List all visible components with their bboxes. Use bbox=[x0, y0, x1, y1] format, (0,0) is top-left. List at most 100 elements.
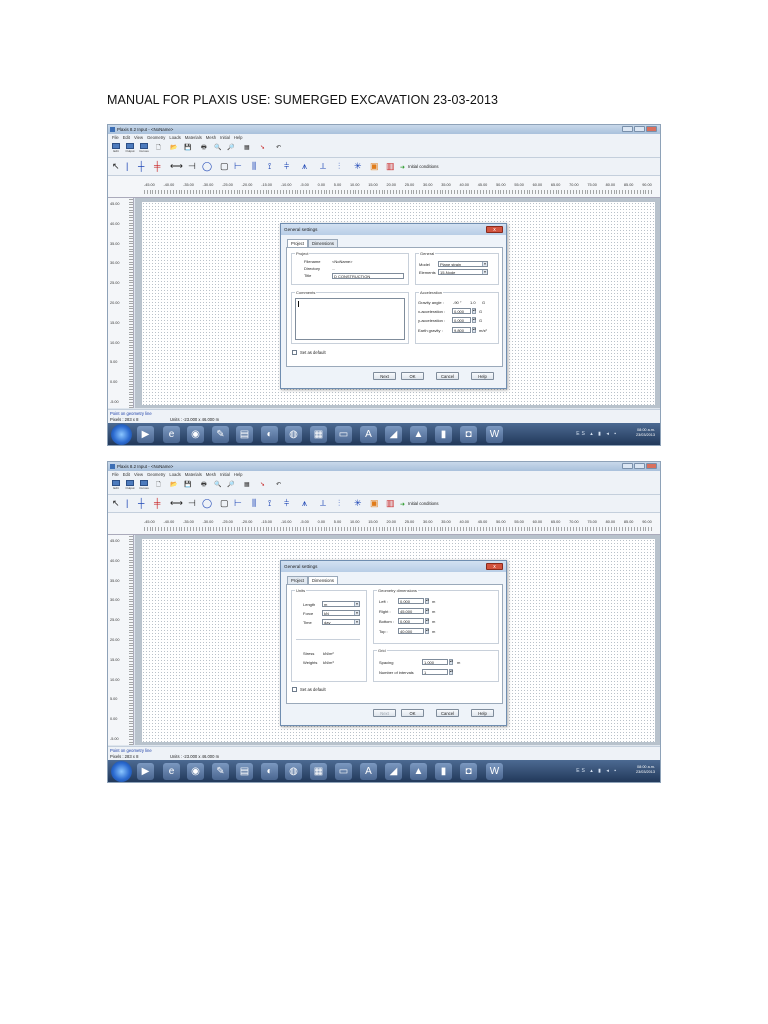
undo-icon[interactable]: ↶ bbox=[276, 482, 281, 489]
spin-icon[interactable]: ▴▾ bbox=[472, 317, 476, 323]
windows-start-icon[interactable] bbox=[111, 424, 132, 445]
help-button[interactable]: Help bbox=[471, 372, 494, 380]
menu-view[interactable]: View bbox=[134, 135, 143, 140]
dialog-close-button[interactable]: x bbox=[486, 563, 503, 570]
set-as-default-checkbox[interactable] bbox=[292, 687, 297, 692]
autocad-icon[interactable]: ◢ bbox=[385, 426, 402, 443]
top-input[interactable]: 40.000 bbox=[398, 628, 424, 634]
prescribed-displacement-icon[interactable]: ⟂ bbox=[320, 498, 326, 508]
plate-icon[interactable]: ┼ bbox=[138, 498, 144, 508]
generate-mesh-icon[interactable]: ▥ bbox=[386, 161, 395, 171]
menu-geometry[interactable]: Geometry bbox=[147, 135, 165, 140]
minimize-button[interactable] bbox=[622, 126, 633, 132]
geometry-line-icon[interactable]: | bbox=[126, 161, 128, 171]
ok-button[interactable]: OK bbox=[401, 709, 424, 717]
close-window-button[interactable] bbox=[646, 126, 657, 132]
hinge-icon[interactable]: ╪ bbox=[154, 161, 160, 171]
force-select[interactable]: kN ▼ bbox=[322, 610, 360, 616]
curves-program-button[interactable]: Curves bbox=[139, 143, 149, 155]
tab-project[interactable]: Project bbox=[287, 576, 309, 584]
vlc-icon[interactable]: ▲ bbox=[410, 763, 427, 780]
internet-explorer-icon[interactable]: e bbox=[163, 426, 180, 443]
minimize-button[interactable] bbox=[622, 463, 633, 469]
tray-language[interactable]: ES bbox=[576, 431, 587, 437]
system-clock[interactable]: 08:00 a.m. 23/03/2013 bbox=[636, 428, 655, 438]
material-sets-icon[interactable]: ▣ bbox=[370, 161, 379, 171]
table-icon[interactable]: ▦ bbox=[244, 482, 250, 489]
initial-conditions-icon[interactable]: ➜ bbox=[400, 163, 405, 173]
edit-program-button[interactable]: Edit bbox=[111, 480, 121, 492]
autocad-icon[interactable]: ◢ bbox=[385, 763, 402, 780]
selection-tool-icon[interactable]: ↖ bbox=[112, 498, 120, 508]
geogrid-icon[interactable]: ⟷ bbox=[170, 498, 183, 508]
generate-mesh-icon[interactable]: ▥ bbox=[386, 498, 395, 508]
right-input[interactable]: 45.000 bbox=[398, 608, 424, 614]
vlc-icon[interactable]: ▲ bbox=[410, 426, 427, 443]
undo-icon[interactable]: ↶ bbox=[276, 145, 281, 152]
standard-fixities-icon[interactable]: ⫼ bbox=[252, 498, 256, 508]
save-icon[interactable]: 💾 bbox=[184, 145, 191, 152]
paint-icon[interactable]: ✎ bbox=[212, 426, 229, 443]
menu-loads[interactable]: Loads bbox=[169, 135, 180, 140]
interface-icon[interactable]: ▢ bbox=[220, 498, 229, 508]
media-center-icon[interactable]: ◐ bbox=[261, 763, 278, 780]
initial-conditions-button[interactable]: Initial conditions bbox=[408, 501, 439, 506]
media-player-icon[interactable]: ▶ bbox=[137, 763, 154, 780]
distributed-load-icon[interactable]: ⫶ bbox=[338, 161, 340, 171]
spin-icon[interactable]: ▴▾ bbox=[425, 608, 429, 614]
elements-select[interactable]: 15-Node ▼ bbox=[438, 269, 488, 275]
rotation-fixity-icon[interactable]: ⩚ bbox=[302, 498, 307, 508]
anchor-icon[interactable]: ⊣ bbox=[188, 161, 196, 171]
menu-initial[interactable]: Initial bbox=[220, 135, 230, 140]
table-icon[interactable]: ▦ bbox=[244, 145, 250, 152]
anchor-icon[interactable]: ⊣ bbox=[188, 498, 196, 508]
folder-icon[interactable]: ▭ bbox=[335, 763, 352, 780]
menu-mesh[interactable]: Mesh bbox=[206, 472, 216, 477]
spin-icon[interactable]: ▴▾ bbox=[425, 618, 429, 624]
menu-mesh[interactable]: Mesh bbox=[206, 135, 216, 140]
plaxis-taskbar-icon[interactable]: ▮ bbox=[435, 426, 452, 443]
title-input[interactable]: D CONSTRUCTION bbox=[332, 273, 404, 279]
camera-icon[interactable]: ◘ bbox=[460, 763, 477, 780]
menu-file[interactable]: File bbox=[112, 135, 119, 140]
zoom-in-icon[interactable]: 🔍 bbox=[214, 482, 221, 489]
image-viewer-icon[interactable]: ▤ bbox=[236, 763, 253, 780]
edit-program-button[interactable]: Edit bbox=[111, 143, 121, 155]
curves-program-button[interactable]: Curves bbox=[139, 480, 149, 492]
x-acceleration-input[interactable]: 0.000 bbox=[452, 308, 471, 314]
spacing-input[interactable]: 1.000 bbox=[422, 659, 448, 665]
new-file-icon[interactable]: 🗋 bbox=[156, 145, 161, 152]
zoom-out-icon[interactable]: 🔎 bbox=[227, 145, 234, 152]
spin-icon[interactable]: ▴▾ bbox=[425, 628, 429, 634]
hinge-icon[interactable]: ╪ bbox=[154, 498, 160, 508]
zoom-in-icon[interactable]: 🔍 bbox=[214, 145, 221, 152]
menu-help[interactable]: Help bbox=[234, 472, 243, 477]
set-as-default-checkbox[interactable] bbox=[292, 350, 297, 355]
plate-icon[interactable]: ┼ bbox=[138, 161, 144, 171]
image-viewer-icon[interactable]: ▤ bbox=[236, 426, 253, 443]
material-sets-icon[interactable]: ▣ bbox=[370, 498, 379, 508]
point-load-icon[interactable]: ✳ bbox=[354, 498, 362, 508]
next-button[interactable]: Next bbox=[373, 372, 396, 380]
vertical-fixity-icon[interactable]: ⟟ bbox=[268, 498, 271, 508]
vertical-fixity-icon[interactable]: ⟟ bbox=[268, 161, 271, 171]
geogrid-icon[interactable]: ⟷ bbox=[170, 161, 183, 171]
tunnel-icon[interactable]: ◯ bbox=[202, 498, 212, 508]
new-file-icon[interactable]: 🗋 bbox=[156, 482, 161, 489]
menu-initial[interactable]: Initial bbox=[220, 472, 230, 477]
cancel-button[interactable]: Cancel bbox=[436, 372, 459, 380]
spin-icon[interactable]: ▴▾ bbox=[449, 659, 453, 665]
horizontal-fixity-icon[interactable]: ⫩ bbox=[284, 161, 289, 171]
intervals-input[interactable]: 1 bbox=[422, 669, 448, 675]
open-folder-icon[interactable]: 📂 bbox=[170, 482, 177, 489]
menu-view[interactable]: View bbox=[134, 472, 143, 477]
distributed-load-icon[interactable]: ⫶ bbox=[338, 498, 340, 508]
menu-loads[interactable]: Loads bbox=[169, 472, 180, 477]
print-icon[interactable]: 🖶 bbox=[201, 482, 207, 489]
calculator-icon[interactable]: ▦ bbox=[310, 763, 327, 780]
camera-icon[interactable]: ◘ bbox=[460, 426, 477, 443]
paint-icon[interactable]: ✎ bbox=[212, 763, 229, 780]
standard-fixities-icon[interactable]: ⫼ bbox=[252, 161, 256, 171]
maximize-button[interactable] bbox=[634, 126, 645, 132]
menu-geometry[interactable]: Geometry bbox=[147, 472, 165, 477]
